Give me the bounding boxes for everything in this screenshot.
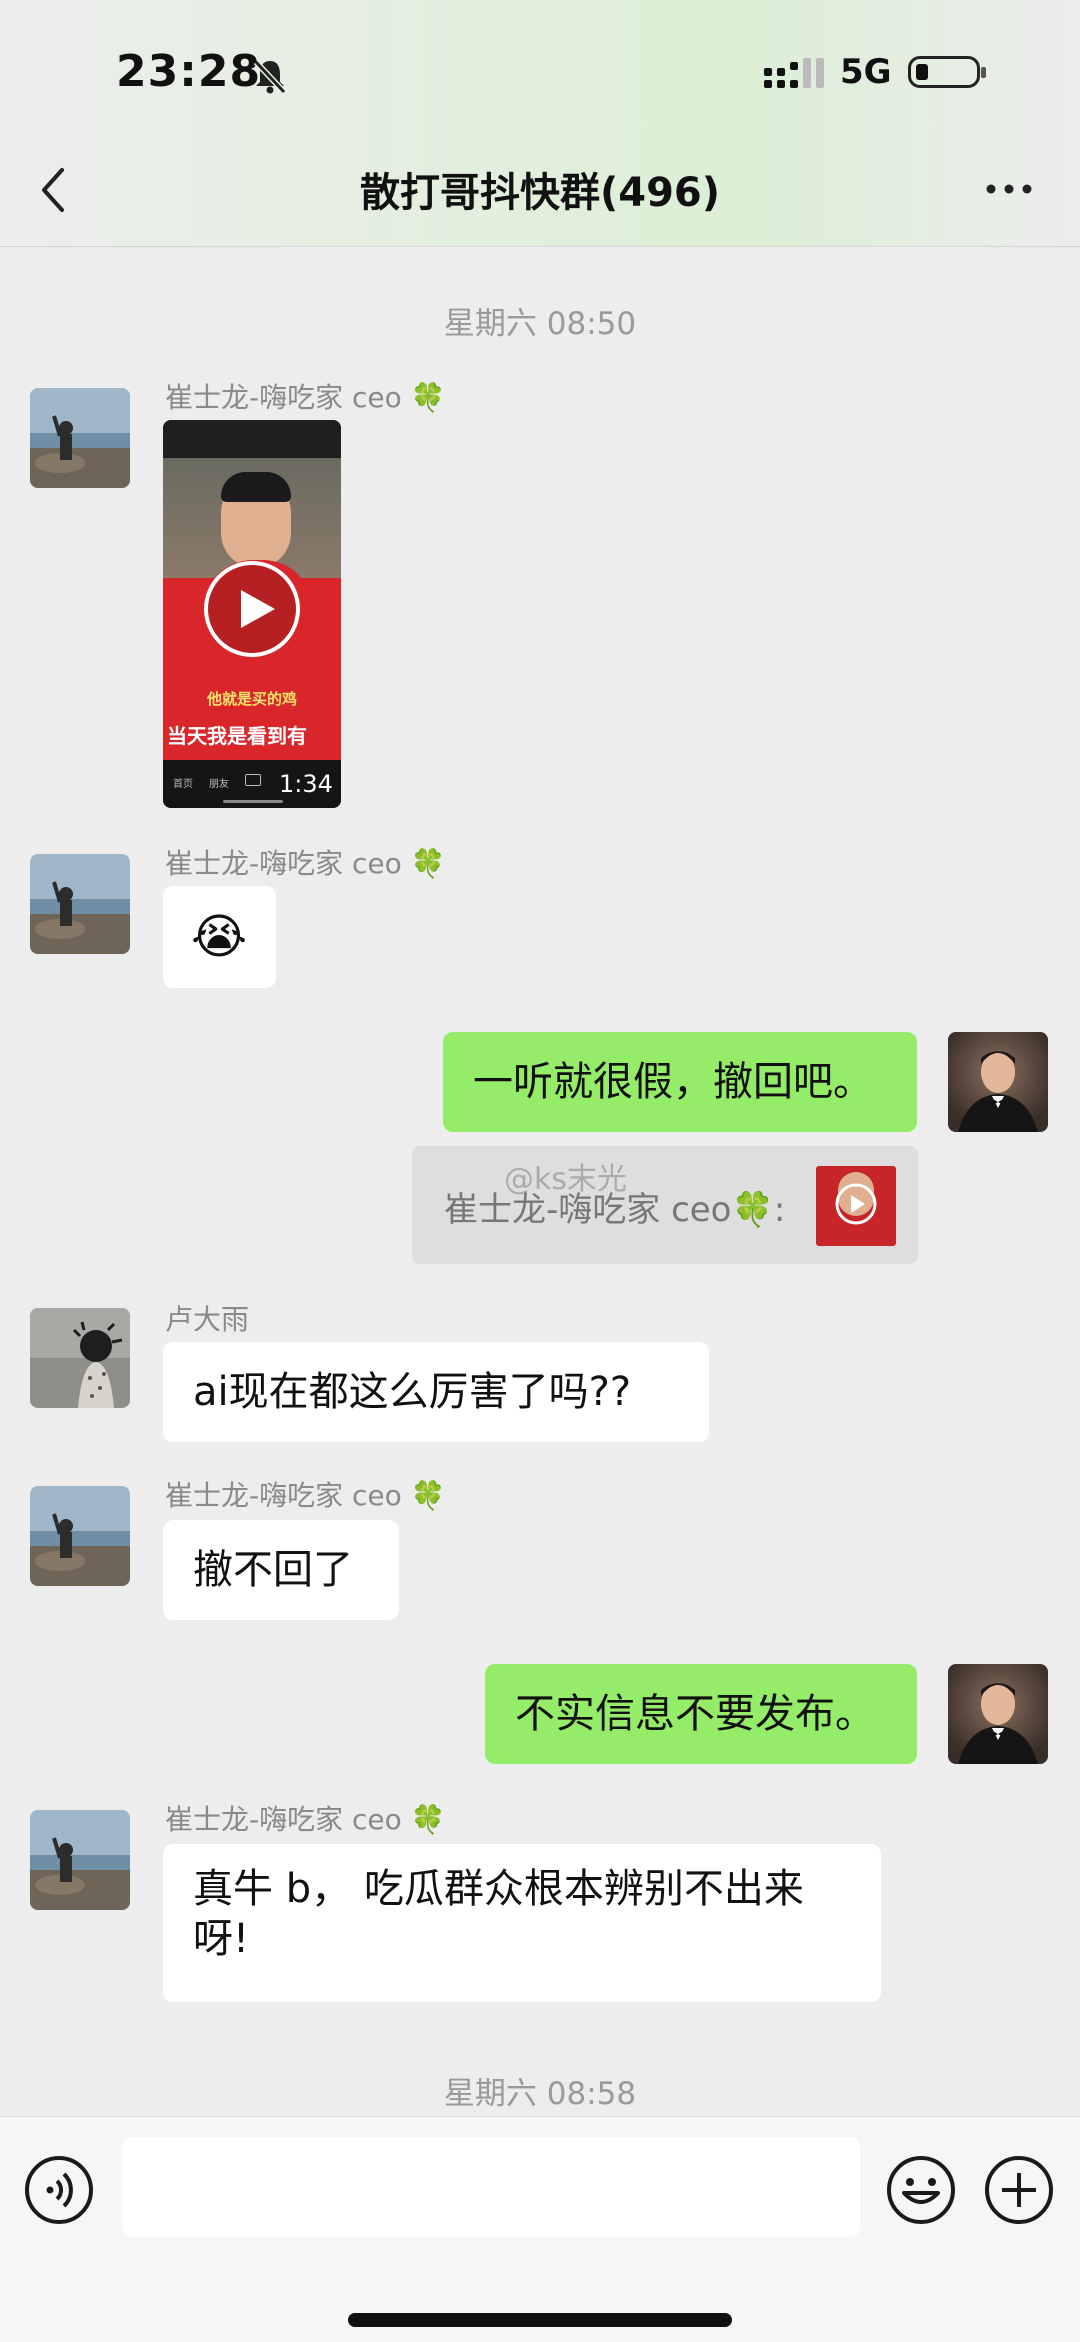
avatar[interactable] [30,1308,130,1408]
avatar[interactable] [30,1486,130,1586]
input-bar [0,2116,1080,2342]
timestamp: 星期六 08:58 [443,2076,637,2112]
message-bubble[interactable]: 真牛 b， 吃瓜群众根本辨别不出来 呀! [163,1844,881,2002]
emoji-icon[interactable] [886,2155,956,2225]
top-bar: 23:28 5G 散打哥抖快群(496) [0,0,1080,247]
video-tab: 首页 [173,779,193,790]
play-icon[interactable] [201,558,303,660]
message-line: 真牛 b， 吃瓜群众根本辨别不出来 [193,1866,804,1912]
video-duration: 1:34 [279,770,333,798]
chat-title: 散打哥抖快群(496) [359,170,721,216]
timestamp: 星期六 08:50 [443,306,637,342]
message-input[interactable] [122,2137,860,2237]
status-time: 23:28 [116,46,262,97]
quoted-video-thumbnail [816,1166,896,1246]
quoted-message[interactable]: 崔士龙-嗨吃家 ceo🍀: @ks末光 [412,1146,918,1264]
more-options-icon[interactable] [984,174,1034,204]
voice-input-icon[interactable] [24,2155,94,2225]
home-indicator [348,2313,732,2327]
message-bubble[interactable]: 撤不回了 [163,1520,399,1620]
my-avatar[interactable] [948,1032,1048,1132]
sender-name: 崔士龙-嗨吃家 ceo 🍀 [165,381,446,414]
sender-name: 崔士龙-嗨吃家 ceo 🍀 [165,1803,446,1836]
message-bubble[interactable]: ai现在都这么厉害了吗?? [163,1342,709,1442]
sender-name: 崔士龙-嗨吃家 ceo 🍀 [165,847,446,880]
my-message[interactable]: 不实信息不要发布。 [485,1664,917,1764]
message-line: 呀! [193,1916,250,1962]
sender-name: 崔士龙-嗨吃家 ceo 🍀 [165,1479,446,1512]
mute-bell-icon [253,59,287,95]
avatar[interactable] [30,388,130,488]
battery-icon [908,56,986,88]
video-message[interactable]: 他就是买的鸡 当天我是看到有 首页 朋友 1:34 [163,420,341,808]
my-message[interactable]: 一听就很假，撤回吧。 [443,1032,917,1132]
plus-icon[interactable] [984,2155,1054,2225]
watermark: @ks末光 [504,1162,628,1197]
sender-name: 卢大雨 [165,1303,250,1336]
play-icon [835,1183,877,1225]
my-avatar[interactable] [948,1664,1048,1764]
avatar[interactable] [30,1810,130,1910]
video-caption: 他就是买的鸡 [206,690,297,708]
video-tab: 朋友 [209,779,229,790]
signal-icon [764,58,824,88]
emoji-message[interactable]: 😭 [163,886,276,988]
network-type: 5G [840,52,892,92]
avatar[interactable] [30,854,130,954]
video-caption: 当天我是看到有 [167,724,307,748]
